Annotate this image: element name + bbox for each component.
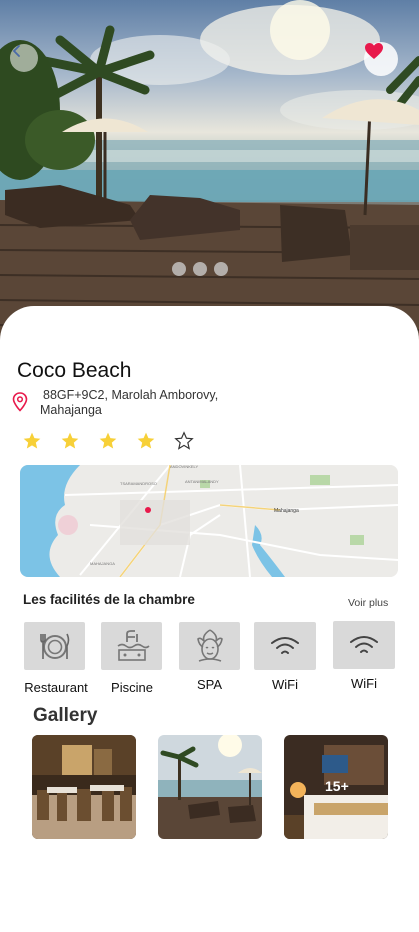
facilities-title: Les facilités de la chambre <box>23 592 195 607</box>
beach-scene-image <box>0 0 419 348</box>
facility-label: WiFi <box>272 677 298 692</box>
back-button[interactable] <box>10 44 38 72</box>
gallery-more-count: 15+ <box>325 778 349 794</box>
svg-text:TSARAMANDROSO: TSARAMANDROSO <box>120 481 157 486</box>
gallery-title: Gallery <box>33 705 98 726</box>
carousel-dot[interactable] <box>172 262 186 276</box>
facility-label: Restaurant <box>24 680 88 695</box>
location-map[interactable]: Mahajanga ANDOVINKELY TSARAMANDROSO ANTA… <box>20 465 398 577</box>
star-outline-icon <box>174 431 194 450</box>
facility-spa[interactable] <box>179 622 240 670</box>
rating-stars <box>22 431 194 451</box>
facility-wifi[interactable] <box>254 622 316 670</box>
wifi-icon <box>350 636 378 653</box>
star-filled-icon <box>61 432 79 449</box>
see-more-link[interactable]: Voir plus <box>348 597 388 609</box>
pool-icon <box>117 630 150 661</box>
facility-label: Piscine <box>111 680 153 695</box>
map-image: Mahajanga ANDOVINKELY TSARAMANDROSO ANTA… <box>20 465 398 577</box>
hotel-name: Coco Beach <box>17 359 132 382</box>
carousel-indicator <box>172 262 228 276</box>
carousel-dot[interactable] <box>214 262 228 276</box>
gallery-thumbnail[interactable] <box>158 735 262 839</box>
heart-icon <box>365 43 383 59</box>
facility-label: WiFi <box>351 676 377 691</box>
star-filled-icon <box>23 432 41 449</box>
address-line: 88GF+9C2, Marolah Amborovy, <box>43 388 219 402</box>
carousel-dot[interactable] <box>193 262 207 276</box>
star-filled-icon <box>137 432 155 449</box>
facility-pool[interactable] <box>101 622 162 670</box>
star-filled-icon <box>99 432 117 449</box>
favorite-button[interactable] <box>364 42 398 76</box>
svg-text:MAHAJANGA: MAHAJANGA <box>90 561 115 566</box>
svg-text:Mahajanga: Mahajanga <box>274 508 299 514</box>
restaurant-photo <box>32 735 136 839</box>
gallery-thumbnail[interactable] <box>32 735 136 839</box>
spa-icon <box>196 629 223 662</box>
chevron-left-icon <box>12 45 20 57</box>
restaurant-icon <box>39 633 69 659</box>
facility-label: SPA <box>196 677 223 692</box>
wifi-icon <box>271 637 299 654</box>
location-pin-icon <box>12 392 28 412</box>
hotel-address: 88GF+9C2, Marolah Amborovy, Mahajanga <box>40 388 240 418</box>
svg-text:ANDOVINKELY: ANDOVINKELY <box>170 465 198 469</box>
hero-image <box>0 0 419 348</box>
facility-wifi[interactable] <box>333 621 395 669</box>
address-line: Mahajanga <box>40 403 102 417</box>
facility-restaurant[interactable] <box>24 622 85 670</box>
beach-photo <box>158 735 262 839</box>
svg-text:ANTANIMALANDY: ANTANIMALANDY <box>185 479 219 484</box>
